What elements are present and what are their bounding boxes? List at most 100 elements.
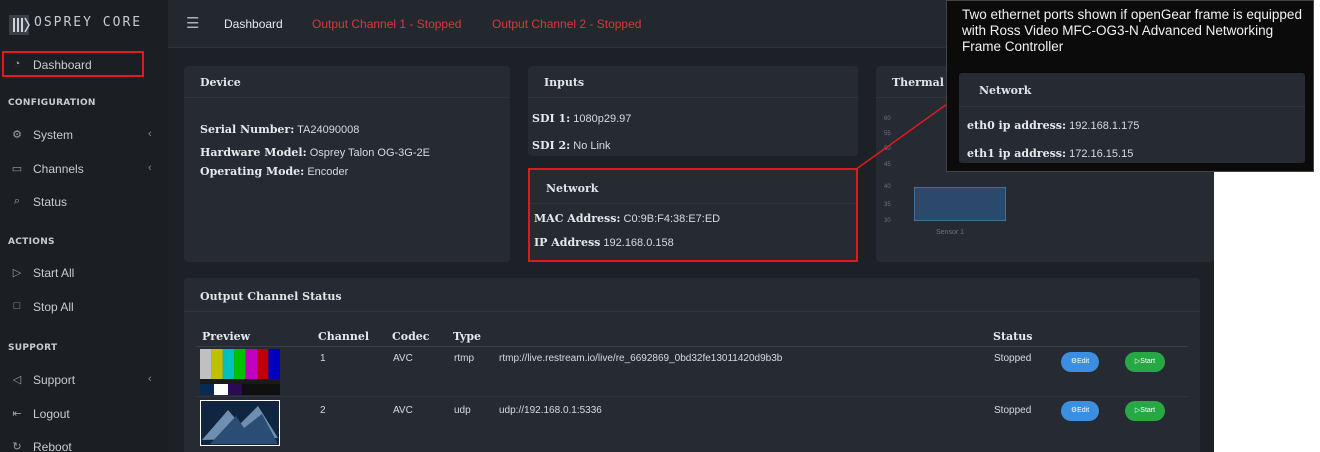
hardware-model-value: Osprey Talon OG-3G-2E <box>309 147 430 159</box>
brand-name: OSPREY CORE <box>34 15 143 30</box>
stop-icon: □ <box>13 300 21 312</box>
network-panel: Network MAC Address: C0:9B:F4:38:E7:ED I… <box>528 168 858 262</box>
table-header-divider <box>196 346 1188 347</box>
panel-title: Network <box>546 182 599 195</box>
sidebar-item-support[interactable]: ◁ Support ‹ <box>0 366 168 394</box>
preview-thumbnail-osprey[interactable] <box>200 400 280 446</box>
operating-mode-row: Operating Mode: Encoder <box>200 165 348 178</box>
row-channel: 1 <box>320 353 326 364</box>
panel-header: Output Channel Status <box>184 278 1200 312</box>
row-type: rtmp <box>454 353 474 364</box>
section-heading-actions: ACTIONS <box>8 237 55 247</box>
section-heading-configuration: CONFIGURATION <box>8 98 96 108</box>
sdi2-value: No Link <box>573 140 611 152</box>
y-tick: 40 <box>884 184 891 190</box>
eth1-value: 172.16.15.15 <box>1069 148 1134 160</box>
panel-title: Output Channel Status <box>200 290 342 303</box>
preview-thumbnail-color-bars[interactable] <box>200 349 280 395</box>
sidebar-item-label: Status <box>33 195 68 209</box>
brand[interactable]: OSPREY CORE <box>0 0 168 48</box>
mac-address-label: MAC Address: <box>534 212 621 225</box>
column-header-channel: Channel <box>318 330 370 343</box>
hardware-model-label: Hardware Model: <box>200 146 307 159</box>
y-tick: 30 <box>884 218 891 224</box>
topnav-dashboard[interactable]: Dashboard <box>224 17 283 31</box>
chevron-left-icon: ‹ <box>148 128 152 140</box>
inputs-panel: Inputs SDI 1: 1080p29.97 SDI 2: No Link <box>528 66 858 156</box>
sidebar-item-system[interactable]: ⚙ System ‹ <box>0 121 168 149</box>
chevron-left-icon: ‹ <box>148 373 152 385</box>
edit-button-label: Edit <box>1077 358 1090 365</box>
reboot-icon: ↻ <box>12 441 22 452</box>
sidebar-item-label: Reboot <box>33 440 72 452</box>
topnav-channel2-status[interactable]: Output Channel 2 - Stopped <box>492 17 641 31</box>
eth1-row: eth1 ip address: 172.16.15.15 <box>967 147 1133 160</box>
serial-number-label: Serial Number: <box>200 123 295 136</box>
topnav-channel1-status[interactable]: Output Channel 1 - Stopped <box>312 17 461 31</box>
eth0-row: eth0 ip address: 192.168.1.175 <box>967 119 1139 132</box>
sidebar-item-channels[interactable]: ▭ Channels ‹ <box>0 155 168 183</box>
operating-mode-label: Operating Mode: <box>200 165 305 178</box>
gear-icon: ⚙ <box>12 129 22 141</box>
hamburger-icon[interactable]: ☰ <box>186 14 199 32</box>
logout-icon: ⇤ <box>12 408 22 420</box>
osprey-logo-icon <box>9 15 30 35</box>
ip-address-row: IP Address 192.168.0.158 <box>534 236 674 249</box>
edit-button[interactable]: ⚙Edit <box>1061 352 1099 372</box>
highlight-box-dashboard <box>2 51 144 77</box>
edit-button[interactable]: ⚙Edit <box>1061 401 1099 421</box>
panel-header: Inputs <box>528 66 858 98</box>
annotation-callout: Two ethernet ports shown if openGear fra… <box>946 0 1314 172</box>
sensor1-bar <box>914 187 1006 221</box>
serial-number-value: TA24090008 <box>297 124 360 136</box>
sidebar-item-label: Support <box>33 373 76 387</box>
sidebar: ◔ Dashboard CONFIGURATION ⚙ System ‹ ▭ C… <box>0 48 168 452</box>
callout-connector-line <box>854 98 955 171</box>
mac-address-value: C0:9B:F4:38:E7:ED <box>623 213 721 225</box>
sidebar-item-label: Start All <box>33 266 75 280</box>
serial-number-row: Serial Number: TA24090008 <box>200 123 359 136</box>
edit-button-label: Edit <box>1077 407 1090 414</box>
start-button-label: Start <box>1140 358 1156 365</box>
sensor1-label: Sensor 1 <box>936 229 965 236</box>
column-header-codec: Codec <box>392 330 430 343</box>
sidebar-item-label: System <box>33 128 74 142</box>
start-button[interactable]: ▷Start <box>1125 401 1165 421</box>
panel-title: Inputs <box>544 76 585 89</box>
output-status-panel: Output Channel Status <box>184 278 1200 452</box>
callout-text: Two ethernet ports shown if openGear fra… <box>962 7 1302 54</box>
mac-address-row: MAC Address: C0:9B:F4:38:E7:ED <box>534 212 720 225</box>
column-header-type: Type <box>453 330 482 343</box>
hardware-model-row: Hardware Model: Osprey Talon OG-3G-2E <box>200 146 430 159</box>
panel-header: Network <box>959 73 1305 107</box>
ip-address-label: IP Address <box>534 236 601 249</box>
sidebar-item-logout[interactable]: ⇤ Logout <box>0 400 168 428</box>
panel-title: Network <box>979 84 1032 97</box>
operating-mode-value: Encoder <box>307 166 349 178</box>
table-row-divider <box>196 396 1188 397</box>
device-panel: Device Serial Number: TA24090008 Hardwar… <box>184 66 510 262</box>
y-tick: 35 <box>884 202 891 208</box>
panel-title: Device <box>200 76 241 89</box>
eth0-value: 192.168.1.175 <box>1069 120 1140 132</box>
row-codec: AVC <box>393 405 413 416</box>
sidebar-item-start-all[interactable]: ▷ Start All <box>0 259 168 287</box>
sidebar-item-status[interactable]: ⌕ Status <box>0 188 168 216</box>
sidebar-item-reboot[interactable]: ↻ Reboot <box>0 433 168 452</box>
column-header-preview: Preview <box>202 330 251 343</box>
sdi2-row: SDI 2: No Link <box>532 139 611 152</box>
start-button[interactable]: ▷Start <box>1125 352 1165 372</box>
video-icon: ▭ <box>11 163 23 175</box>
sdi1-value: 1080p29.97 <box>573 113 632 125</box>
send-icon: ◁ <box>12 374 22 386</box>
sidebar-item-label: Channels <box>33 162 84 176</box>
section-heading-support: SUPPORT <box>8 343 58 353</box>
row-url: rtmp://live.restream.io/live/re_6692869_… <box>499 353 783 364</box>
ip-address-value: 192.168.0.158 <box>603 237 674 249</box>
chevron-left-icon: ‹ <box>148 162 152 174</box>
panel-header: Device <box>184 66 510 98</box>
play-icon: ▷ <box>12 267 22 279</box>
sidebar-item-stop-all[interactable]: □ Stop All <box>0 293 168 321</box>
row-type: udp <box>454 405 471 416</box>
row-status: Stopped <box>994 405 1032 416</box>
